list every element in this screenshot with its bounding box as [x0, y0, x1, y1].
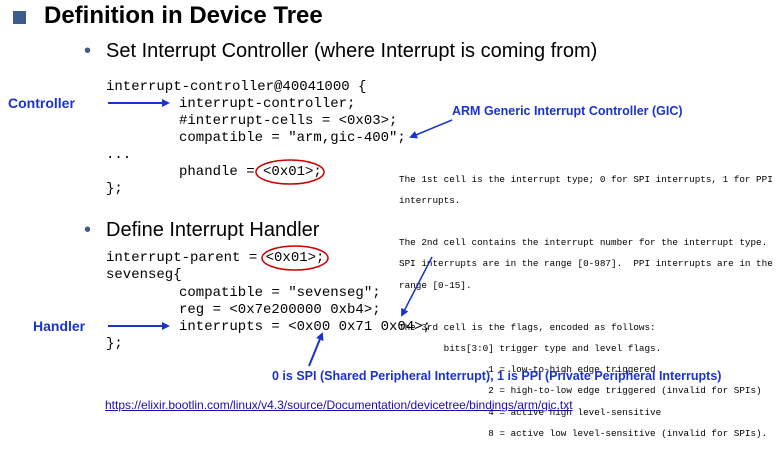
gic-arrow-icon — [409, 119, 453, 139]
spi-arrow-icon — [308, 332, 324, 367]
note-line: 8 = active low level-sensitive (invalid … — [399, 427, 768, 439]
flags-arrow-icon — [401, 256, 433, 317]
parent-circle-icon — [261, 245, 329, 271]
phandle-circle-icon — [255, 159, 325, 185]
annotation-overlay — [108, 99, 453, 367]
